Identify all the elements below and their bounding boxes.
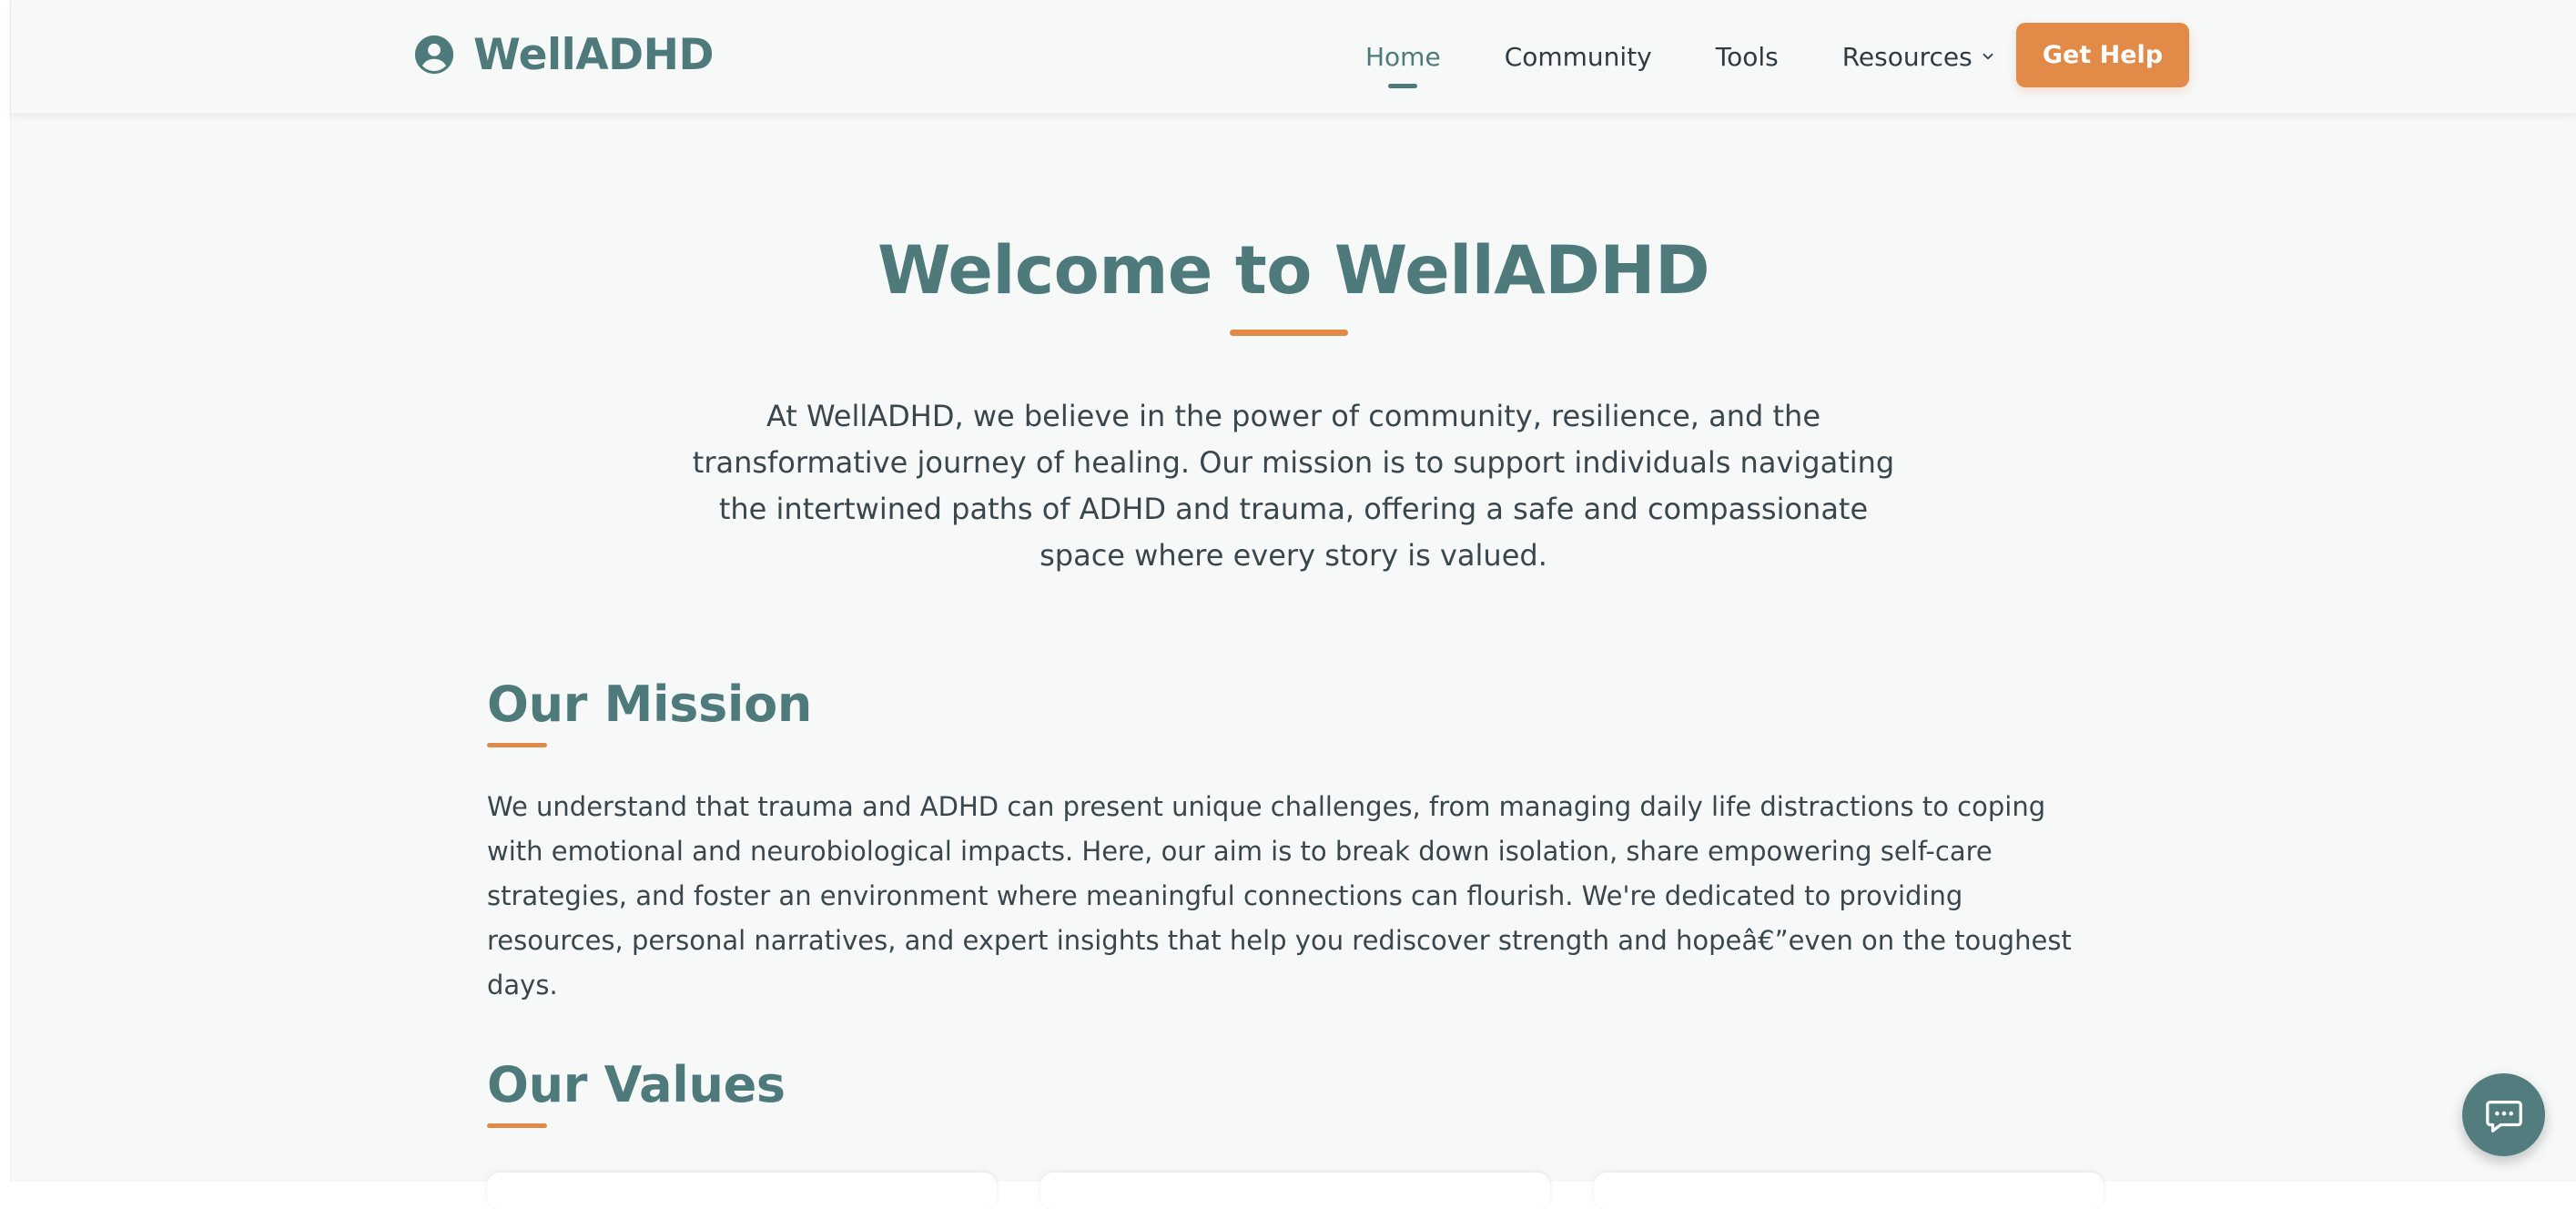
- nav-item-community[interactable]: Community: [1505, 42, 1652, 72]
- user-circle-icon: [414, 35, 454, 75]
- mission-text: We understand that trauma and ADHD can p…: [487, 791, 2072, 1001]
- hero-divider: [1230, 330, 1348, 336]
- nav-item-tools[interactable]: Tools: [1716, 42, 1779, 72]
- values-heading: Our Values: [487, 1056, 786, 1113]
- get-help-button[interactable]: Get Help: [2016, 23, 2189, 87]
- value-card: [1040, 1173, 1550, 1209]
- nav-item-label: Resources: [1841, 41, 1973, 72]
- nav-item-label: Home: [1365, 41, 1441, 72]
- brand-logo-link[interactable]: WellADHD: [413, 27, 715, 82]
- nav-item-home[interactable]: Home: [1365, 41, 1441, 88]
- nav-item-label: Tools: [1715, 41, 1779, 72]
- nav-item-resources[interactable]: Resources: [1842, 42, 1996, 72]
- values-cards: [487, 1173, 2104, 1209]
- value-card: [487, 1173, 997, 1209]
- main-nav: Home Community Tools Resources: [1365, 22, 2036, 91]
- hero-title: Welcome to WellADHD: [877, 232, 1710, 310]
- hero-intro-text: At WellADHD, we believe in the power of …: [692, 399, 1895, 573]
- chat-bubble-icon: [2485, 1100, 2522, 1133]
- mission-heading: Our Mission: [487, 676, 813, 733]
- nav-item-label: Community: [1504, 41, 1652, 72]
- page: WellADHD Home Community Tools Resources …: [11, 0, 2576, 1209]
- value-card: [1594, 1173, 2104, 1209]
- chevron-down-icon: [1983, 53, 1993, 60]
- active-nav-indicator: [1388, 83, 1418, 88]
- site-header: WellADHD Home Community Tools Resources …: [11, 0, 2576, 114]
- brand-name: WellADHD: [473, 29, 715, 80]
- chat-button[interactable]: [2462, 1073, 2545, 1156]
- values-divider: [487, 1123, 547, 1128]
- mission-divider: [487, 743, 547, 747]
